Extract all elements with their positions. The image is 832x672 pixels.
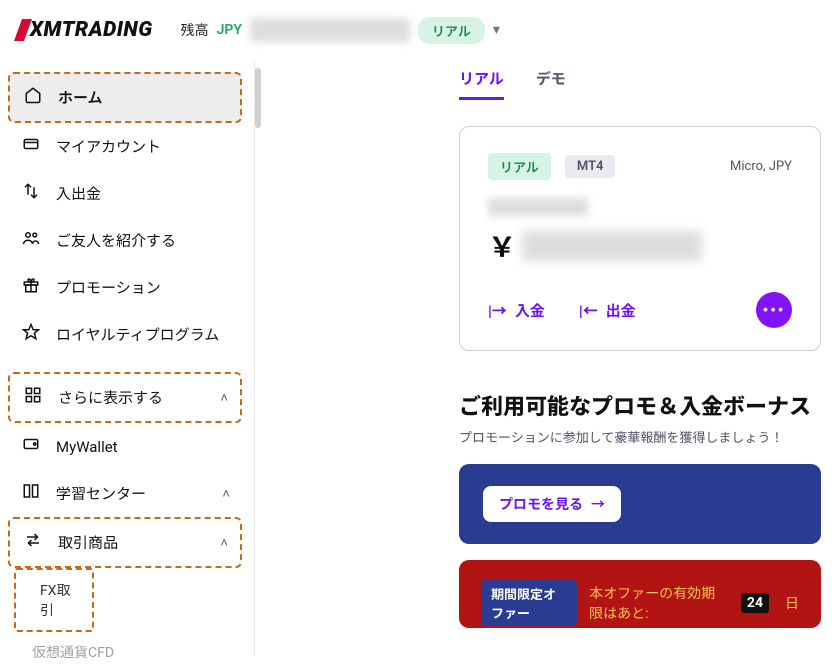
sidebar-item-label: マイアカウント	[56, 136, 161, 157]
account-balance: ￥	[488, 226, 792, 266]
balance-currency: JPY	[217, 22, 242, 38]
sidebar-subitem-crypto[interactable]: 仮想通貨CFD	[8, 632, 242, 672]
account-type-pill: リアル	[418, 17, 485, 44]
star-icon	[20, 323, 42, 346]
withdraw-button[interactable]: |← 出金	[579, 300, 636, 321]
account-type-badge: リアル	[488, 153, 551, 180]
balance-value-redacted	[250, 18, 410, 42]
sidebar-item-home[interactable]: ホーム	[8, 72, 242, 123]
tab-label: デモ	[536, 70, 566, 88]
card-badges: リアル MT4 Micro, JPY	[488, 153, 792, 180]
balance-label: 残高	[181, 20, 209, 40]
sidebar-item-learning[interactable]: 学習センター ˄	[8, 470, 242, 517]
platform-badge: MT4	[565, 155, 616, 178]
deposit-icon: |→	[488, 300, 507, 321]
sidebar-item-referral[interactable]: ご友人を紹介する	[8, 217, 242, 264]
book-icon	[20, 482, 42, 505]
sidebar-item-promotion[interactable]: プロモーション	[8, 264, 242, 311]
promo-subtitle: プロモーションに参加して豪華報酬を獲得しましょう！	[459, 427, 832, 446]
tab-demo[interactable]: デモ	[536, 68, 566, 100]
account-number-redacted	[488, 198, 588, 216]
sidebar-item-show-more[interactable]: さらに表示する ˄	[8, 372, 242, 423]
sidebar-item-myaccount[interactable]: マイアカウント	[8, 123, 242, 170]
withdraw-label: 出金	[606, 300, 636, 321]
sidebar-subitem-fx[interactable]: FX取引	[14, 568, 94, 632]
tab-real[interactable]: リアル	[459, 68, 504, 100]
arrow-right-icon: →	[591, 494, 605, 514]
offer-text-pre: 本オファーの有効期限はあと:	[589, 583, 725, 623]
referral-icon	[20, 229, 42, 252]
see-promo-button[interactable]: プロモを見る →	[483, 486, 621, 522]
yen-icon: ￥	[488, 226, 516, 266]
main-content: リアル デモ リアル MT4 Micro, JPY ￥	[264, 60, 832, 655]
withdraw-icon: |←	[579, 300, 598, 321]
chevron-up-icon: ˄	[220, 390, 228, 406]
promo-title: ご利用可能なプロモ＆入金ボーナス	[459, 389, 832, 421]
account-tabs: リアル デモ	[459, 68, 832, 126]
chevron-up-icon: ˄	[220, 535, 228, 551]
sidebar-item-mywallet[interactable]: MyWallet	[8, 423, 242, 470]
sidebar-item-loyalty[interactable]: ロイヤルティプログラム	[8, 311, 242, 358]
gift-icon	[20, 276, 42, 299]
balance-value-redacted	[522, 231, 702, 261]
account-meta: Micro, JPY	[730, 159, 792, 174]
sidebar-item-instruments[interactable]: 取引商品 ˄	[8, 517, 242, 568]
sidebar-item-label: ホーム	[58, 87, 103, 108]
promo-banner: プロモを見る →	[459, 464, 821, 544]
tab-label: リアル	[459, 70, 504, 88]
transfer-icon	[20, 182, 42, 205]
chevron-up-icon: ˄	[222, 486, 230, 502]
see-promo-label: プロモを見る	[499, 494, 583, 514]
sidebar-item-label: ご友人を紹介する	[56, 230, 176, 251]
brand-logo[interactable]: XMTRADING	[18, 18, 153, 42]
balance-display[interactable]: 残高 JPY リアル ▾	[181, 17, 500, 44]
swap-icon	[22, 531, 44, 554]
offer-pill: 期間限定オファー	[481, 580, 577, 626]
deposit-button[interactable]: |→ 入金	[488, 300, 545, 321]
deposit-label: 入金	[515, 300, 545, 321]
sidebar-item-label: 取引商品	[58, 532, 118, 553]
account-card: リアル MT4 Micro, JPY ￥ |→ 入金 |←	[459, 126, 821, 351]
offer-days: 24	[741, 593, 769, 613]
sidebar-item-funds[interactable]: 入出金	[8, 170, 242, 217]
grid-icon	[22, 386, 44, 409]
account-icon	[20, 135, 42, 158]
offer-banner[interactable]: 期間限定オファー 本オファーの有効期限はあと: 24 日	[459, 560, 821, 628]
sidebar-subitem-label: 仮想通貨CFD	[32, 645, 114, 661]
sidebar-item-label: 入出金	[56, 183, 101, 204]
sidebar-item-label: さらに表示する	[58, 387, 163, 408]
offer-text-post: 日	[785, 593, 799, 613]
more-icon: •••	[763, 301, 786, 319]
wallet-icon	[20, 435, 42, 458]
sidebar: ホーム マイアカウント 入出金 ご友人を紹介する	[0, 60, 255, 655]
brand-text: XMTRADING	[30, 18, 153, 42]
chevron-down-icon[interactable]: ▾	[493, 22, 500, 38]
sidebar-item-label: ロイヤルティプログラム	[56, 324, 219, 345]
sidebar-item-label: プロモーション	[56, 277, 161, 298]
home-icon	[22, 86, 44, 109]
sidebar-subitem-label: FX取引	[40, 583, 71, 619]
top-header: XMTRADING 残高 JPY リアル ▾	[0, 0, 832, 60]
more-actions-button[interactable]: •••	[756, 292, 792, 328]
sidebar-item-label: 学習センター	[56, 483, 146, 504]
sidebar-scrollbar[interactable]	[255, 68, 261, 128]
sidebar-item-label: MyWallet	[56, 438, 118, 456]
